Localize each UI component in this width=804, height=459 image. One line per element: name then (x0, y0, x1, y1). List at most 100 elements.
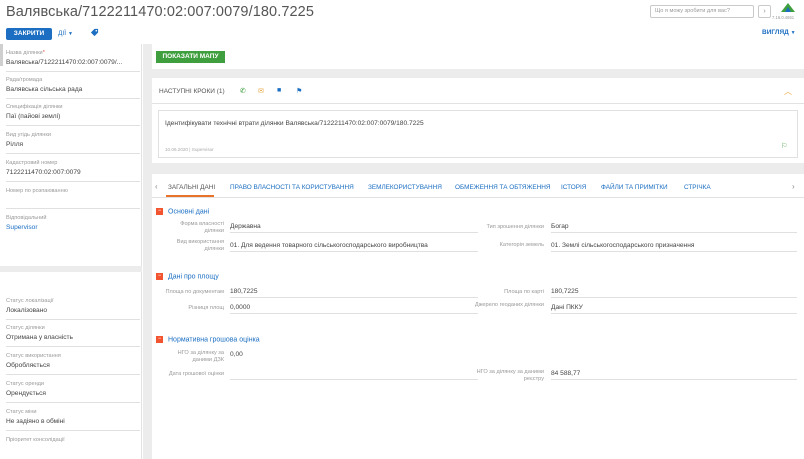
usage-status-label: Статус використання (6, 353, 61, 359)
task-text[interactable]: Ідентифікувати технічні втрати ділянки В… (165, 120, 424, 127)
actions-button[interactable]: ДІЇ ▼ (58, 28, 73, 40)
rent-status-label: Статус оренди (6, 381, 45, 387)
loc-status-label: Статус локалізації (6, 298, 54, 304)
logo-icon[interactable] (779, 2, 797, 14)
tab-ownership[interactable]: ПРАВО ВЛАСНОСТІ ТА КОРИСТУВАННЯ (230, 184, 354, 191)
valuation-date-value[interactable] (230, 370, 478, 380)
plot-name-value[interactable]: Валявська/7122211470:02:007:0079/... (6, 59, 140, 72)
council-label: Рада/громада (6, 77, 43, 83)
cadastre-field[interactable]: Кадастровий номер 7122211470:02:007:0079 (6, 160, 140, 182)
cadastre-value[interactable]: 7122211470:02:007:0079 (6, 169, 140, 182)
view-button[interactable]: ВИГЛЯД ▼ (762, 29, 796, 36)
sidebar: Назва ділянки* Валявська/7122211470:02:0… (0, 44, 142, 459)
usage-status-field[interactable]: Статус використання Обробляється (6, 353, 140, 375)
sidebar-divider (0, 266, 142, 272)
valuation-date-label: Дата грошової оцінки (168, 371, 224, 377)
section-valuation-title: Нормативна грошова оцінка (168, 336, 260, 344)
council-value[interactable]: Валявська сільська рада (6, 86, 140, 99)
plot-status-field[interactable]: Статус ділянки Отримана у власність (6, 325, 140, 347)
collapse-icon[interactable]: − (156, 273, 163, 280)
tab-general[interactable]: ЗАГАЛЬНІ ДАНІ (168, 184, 215, 191)
tab-history[interactable]: ІСТОРІЯ (561, 184, 586, 191)
search-input[interactable]: Що я можу зробити для вас? (650, 5, 754, 18)
task-date: 10.06.2020 (165, 147, 188, 152)
rent-status-value[interactable]: Орендується (6, 390, 140, 403)
map-area-value[interactable]: 180,7225 (551, 288, 797, 298)
exchange-status-value[interactable]: Не задіяно в обміні (6, 418, 140, 431)
consolidation-field[interactable]: Номер по розпаюванню (6, 188, 140, 209)
rent-status-field[interactable]: Статус оренди Орендується (6, 381, 140, 403)
plot-name-label-text: Назва ділянки (6, 50, 43, 56)
consolidation-label: Номер по розпаюванню (6, 188, 68, 194)
land-type-value[interactable]: Рілля (6, 141, 140, 154)
ngo-dzk-value[interactable]: 0,00 (230, 351, 478, 360)
source-label: Джерело геоданих ділянки (474, 302, 544, 308)
chevron-down-icon: ▼ (790, 30, 796, 36)
diff-label: Різниця площ (188, 305, 224, 311)
close-button[interactable]: ЗАКРИТИ (6, 28, 52, 40)
plot-status-label: Статус ділянки (6, 325, 45, 331)
purpose-label: Вид використання ділянки (176, 239, 224, 252)
category-value[interactable]: 01. Землі сільськогосподарського признач… (551, 242, 797, 252)
section-area-header[interactable]: − Дані про площу (156, 273, 219, 280)
view-label: ВИГЛЯД (762, 29, 789, 36)
chevron-up-icon[interactable]: ︿ (784, 86, 792, 97)
section-area-title: Дані про площу (168, 273, 219, 281)
ownership-label: Форма власності ділянки (180, 221, 224, 234)
plot-status-value[interactable]: Отримана у власність (6, 334, 140, 347)
responsible-link[interactable]: Supervisor (6, 224, 140, 237)
tag-icon[interactable] (90, 28, 100, 40)
source-value[interactable]: Дані ПККУ (551, 304, 797, 314)
tabs-next-icon[interactable]: › (792, 182, 795, 191)
tab-feed[interactable]: СТРІЧКА (684, 184, 711, 191)
council-field[interactable]: Рада/громада Валявська сільська рада (6, 77, 140, 99)
priority-field[interactable]: Пріоритет консолідації (6, 437, 140, 443)
active-tab-indicator (166, 195, 214, 197)
purpose-value[interactable]: 01. Для ведення товарного сільськогоспод… (230, 242, 478, 252)
search-go-icon[interactable]: › (758, 5, 771, 18)
irrigation-value[interactable]: Богар (551, 223, 797, 233)
consolidation-value[interactable] (6, 197, 140, 209)
tab-restrictions[interactable]: ОБМЕЖЕННЯ ТА ОБТЯЖЕННЯ (455, 184, 551, 191)
plot-name-label: Назва ділянки* (6, 50, 140, 56)
responsible-field[interactable]: Відповідальний Supervisor (6, 215, 140, 237)
tab-bar: ‹ ЗАГАЛЬНІ ДАНІ ПРАВО ВЛАСНОСТІ ТА КОРИС… (152, 176, 804, 198)
ownership-value[interactable]: Державна (230, 223, 478, 233)
category-label: Категорія земель (499, 242, 544, 248)
spec-value[interactable]: Паї (пайові землі) (6, 113, 140, 126)
section-valuation-header[interactable]: − Нормативна грошова оцінка (156, 336, 260, 343)
task-card[interactable]: Ідентифікувати технічні втрати ділянки В… (158, 110, 798, 158)
exchange-status-field[interactable]: Статус міни Не задіяно в обміні (6, 409, 140, 431)
section-basic-header[interactable]: − Основні дані (156, 208, 209, 215)
phone-icon[interactable]: ✆ (240, 87, 246, 95)
flag-icon[interactable]: ⚑ (296, 87, 302, 95)
collapse-icon[interactable]: − (156, 336, 163, 343)
cadastre-label: Кадастровий номер (6, 160, 58, 166)
show-map-button[interactable]: ПОКАЗАТИ МАПУ (156, 51, 225, 63)
collapse-icon[interactable]: − (156, 208, 163, 215)
loc-status-field[interactable]: Статус локалізації Локалізовано (6, 298, 140, 320)
task-flag-icon[interactable]: ⚐ (781, 142, 787, 150)
land-type-field[interactable]: Вид угідь ділянки Рілля (6, 132, 140, 154)
diff-value[interactable]: 0,0000 (230, 304, 478, 314)
tabs-prev-icon[interactable]: ‹ (155, 182, 158, 191)
ngo-reg-label: НГО за ділянку за даними реєстру (476, 369, 544, 382)
ngo-dzk-label: НГО за ділянку за даними ДЗК (177, 350, 224, 363)
usage-status-value[interactable]: Обробляється (6, 362, 140, 375)
spec-label: Специфікація ділянки (6, 104, 63, 110)
loc-status-value[interactable]: Локалізовано (6, 307, 140, 320)
plot-name-field[interactable]: Назва ділянки* Валявська/7122211470:02:0… (6, 50, 140, 72)
mail-icon[interactable]: ✉ (258, 87, 264, 95)
actions-label: ДІЇ (58, 30, 67, 37)
next-steps-title[interactable]: НАСТУПНІ КРОКИ (1) (159, 88, 225, 95)
tab-land-use[interactable]: ЗЕМЛЕКОРИСТУВАННЯ (368, 184, 442, 191)
spec-field[interactable]: Специфікація ділянки Паї (пайові землі) (6, 104, 140, 126)
priority-label: Пріоритет консолідації (6, 437, 65, 443)
responsible-label: Відповідальний (6, 215, 47, 221)
irrigation-label: Тип зрошення ділянки (486, 224, 545, 230)
tab-files[interactable]: ФАЙЛИ ТА ПРИМІТКИ (601, 184, 668, 191)
doc-area-value[interactable]: 180,7225 (230, 288, 478, 298)
ngo-reg-value[interactable]: 84 588,77 (551, 370, 797, 380)
doc-area-label: Площа по документам (165, 289, 224, 295)
chat-icon[interactable]: ■ (277, 87, 281, 94)
